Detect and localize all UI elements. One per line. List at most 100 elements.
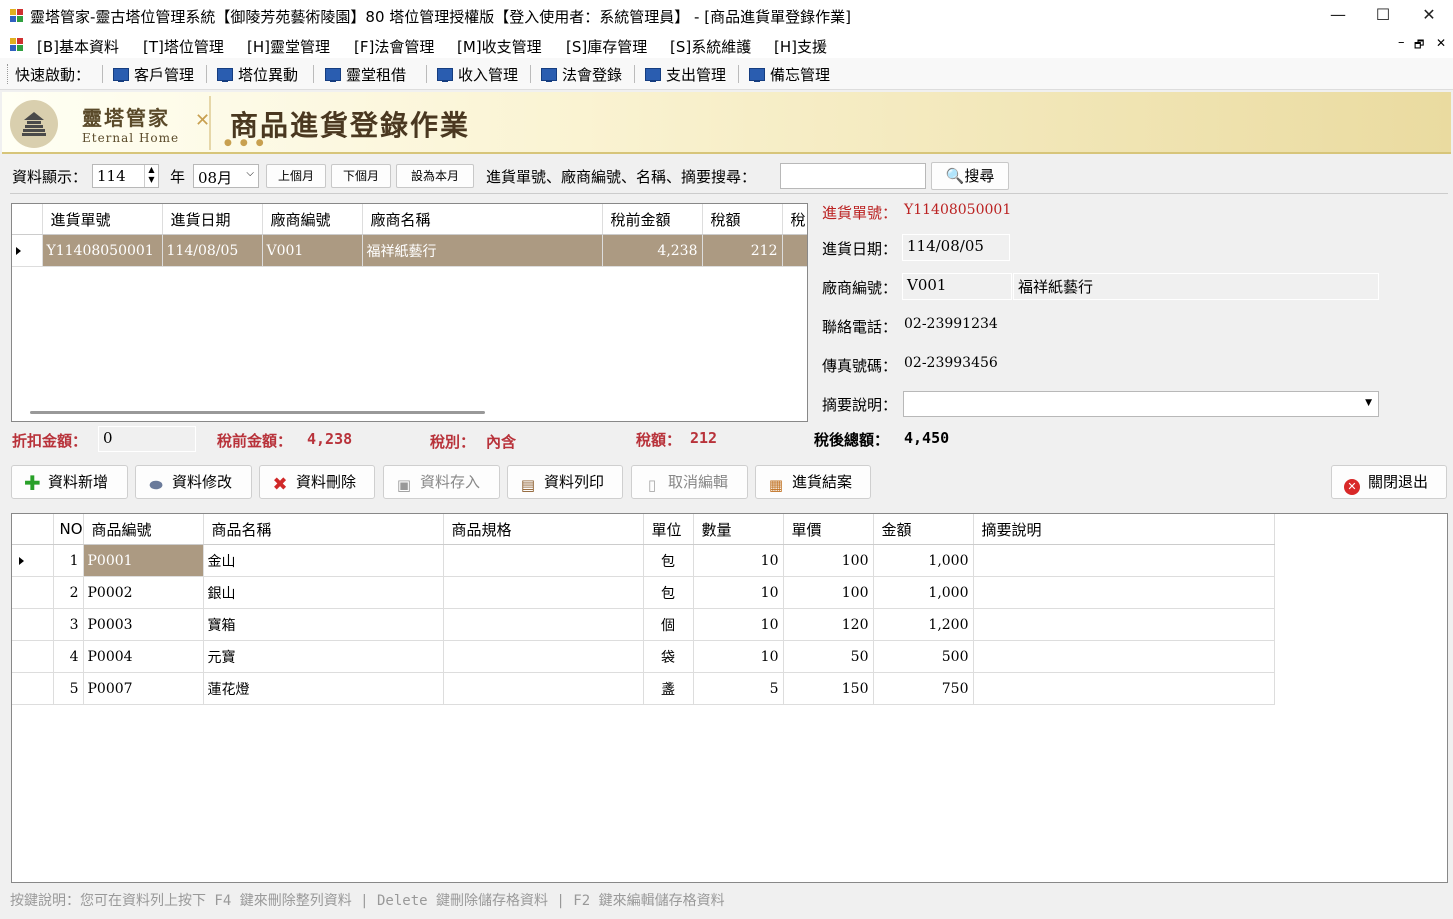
year-stepper[interactable]: 114 ▲ ▼ bbox=[92, 164, 159, 188]
spin-arrows-icon[interactable]: ▲ ▼ bbox=[144, 165, 158, 187]
cell-qty[interactable]: 10 bbox=[693, 544, 784, 577]
col-pretax[interactable]: 稅前金額 bbox=[602, 204, 703, 235]
cell-unit[interactable]: 袋 bbox=[643, 640, 694, 673]
cell-product-name[interactable]: 蓮花燈 bbox=[203, 672, 444, 705]
cell-product-name[interactable]: 銀山 bbox=[203, 576, 444, 609]
menu-inventory-management[interactable]: [S]庫存管理 bbox=[566, 36, 647, 57]
row-selector[interactable] bbox=[12, 640, 54, 673]
discount-field[interactable]: 0 bbox=[98, 426, 196, 452]
cell-price[interactable]: 50 bbox=[783, 640, 874, 673]
vendor-id-field[interactable]: V001 bbox=[902, 273, 1012, 300]
cell-no[interactable]: 3 bbox=[53, 608, 84, 641]
cell-price[interactable]: 100 bbox=[783, 544, 874, 577]
cell-order-date[interactable]: 114/08/05 bbox=[162, 234, 263, 267]
this-month-button[interactable]: 設為本月 bbox=[396, 164, 474, 188]
cell-unit[interactable]: 個 bbox=[643, 608, 694, 641]
cell-memo[interactable] bbox=[973, 640, 1275, 673]
menu-ceremony-management[interactable]: [F]法會管理 bbox=[354, 36, 434, 57]
cell-product-name[interactable]: 寶箱 bbox=[203, 608, 444, 641]
col-vendor-name[interactable]: 廠商名稱 bbox=[362, 204, 603, 235]
cell-amount[interactable]: 1,200 bbox=[873, 608, 974, 641]
table-row[interactable]: Y11408050001 114/08/05 V001 福祥紙藝行 4,238 … bbox=[12, 234, 807, 267]
cell-no[interactable]: 5 bbox=[53, 672, 84, 705]
cell-no[interactable]: 4 bbox=[53, 640, 84, 673]
cell-qty[interactable]: 10 bbox=[693, 608, 784, 641]
col-unit[interactable]: 單位 bbox=[643, 514, 694, 545]
month-select[interactable]: 08月 ⌵ bbox=[193, 164, 259, 188]
cell-no[interactable]: 1 bbox=[53, 544, 84, 577]
table-row[interactable]: 2 P0002 銀山 包 10 100 1,000 bbox=[12, 576, 1275, 609]
cell-vendor-name[interactable]: 福祥紙藝行 bbox=[362, 234, 603, 267]
col-vendor-id[interactable]: 廠商編號 bbox=[262, 204, 363, 235]
row-selector[interactable] bbox=[12, 608, 54, 641]
cell-price[interactable]: 150 bbox=[783, 672, 874, 705]
cell-memo[interactable] bbox=[973, 672, 1275, 705]
add-record-button[interactable]: ✚ 資料新增 bbox=[11, 465, 128, 499]
cell-unit[interactable]: 包 bbox=[643, 576, 694, 609]
print-record-button[interactable]: ▤ 資料列印 bbox=[507, 465, 623, 499]
cell-product-name[interactable]: 金山 bbox=[203, 544, 444, 577]
row-selector[interactable] bbox=[12, 576, 54, 609]
cell-product-spec[interactable] bbox=[443, 608, 644, 641]
cell-order-no[interactable]: Y11408050001 bbox=[42, 234, 163, 267]
mdi-minimize-button[interactable]: – bbox=[1398, 35, 1405, 50]
cell-amount[interactable]: 1,000 bbox=[873, 544, 974, 577]
table-row[interactable]: 5 P0007 蓮花燈 盞 5 150 750 bbox=[12, 672, 1275, 705]
cell-pretax[interactable]: 4,238 bbox=[602, 234, 703, 267]
col-product-code[interactable]: 商品編號 bbox=[83, 514, 204, 545]
col-order-date[interactable]: 進貨日期 bbox=[162, 204, 263, 235]
cell-memo[interactable] bbox=[973, 608, 1275, 641]
col-tax[interactable]: 稅額 bbox=[702, 204, 783, 235]
cell-amount[interactable]: 1,000 bbox=[873, 576, 974, 609]
cancel-edit-button[interactable]: ▯ 取消編輯 bbox=[631, 465, 748, 499]
cell-memo[interactable] bbox=[973, 576, 1275, 609]
next-month-button[interactable]: 下個月 bbox=[331, 164, 391, 188]
cell-no[interactable]: 2 bbox=[53, 576, 84, 609]
cell-qty[interactable]: 5 bbox=[693, 672, 784, 705]
cell-product-spec[interactable] bbox=[443, 672, 644, 705]
col-truncated[interactable]: 稅 bbox=[782, 204, 807, 235]
quick-income-management[interactable]: 收入管理 bbox=[437, 64, 518, 85]
exit-button[interactable]: ✕ 關閉退出 bbox=[1331, 465, 1447, 499]
cell-tax[interactable]: 212 bbox=[702, 234, 783, 267]
delete-record-button[interactable]: ✖ 資料刪除 bbox=[259, 465, 375, 499]
cell-product-code[interactable]: P0001 bbox=[83, 544, 204, 577]
cell-product-spec[interactable] bbox=[443, 640, 644, 673]
cell-amount[interactable]: 750 bbox=[873, 672, 974, 705]
col-qty[interactable]: 數量 bbox=[693, 514, 784, 545]
vendor-name-field[interactable]: 福祥紙藝行 bbox=[1013, 273, 1379, 300]
cell-vendor-id[interactable]: V001 bbox=[262, 234, 363, 267]
cell-amount[interactable]: 500 bbox=[873, 640, 974, 673]
cell-price[interactable]: 100 bbox=[783, 576, 874, 609]
items-grid[interactable]: NO 商品編號 商品名稱 商品規格 單位 數量 單價 金額 摘要說明 1 P00… bbox=[11, 513, 1448, 883]
row-selector[interactable] bbox=[12, 234, 43, 267]
cell-product-spec[interactable] bbox=[443, 544, 644, 577]
close-button[interactable]: ✕ bbox=[1406, 0, 1452, 32]
col-memo[interactable]: 摘要說明 bbox=[973, 514, 1275, 545]
quick-memo-management[interactable]: 備忘管理 bbox=[749, 64, 830, 85]
maximize-button[interactable]: ☐ bbox=[1360, 0, 1406, 32]
menu-tower-management[interactable]: [T]塔位管理 bbox=[143, 36, 224, 57]
close-order-button[interactable]: ▦ 進貨結案 bbox=[755, 465, 871, 499]
quick-customer-management[interactable]: 客戶管理 bbox=[113, 64, 194, 85]
row-selector[interactable] bbox=[12, 672, 54, 705]
prev-month-button[interactable]: 上個月 bbox=[266, 164, 326, 188]
cell-qty[interactable]: 10 bbox=[693, 576, 784, 609]
cell-product-spec[interactable] bbox=[443, 576, 644, 609]
order-date-field[interactable]: 114/08/05 bbox=[902, 234, 1010, 261]
orders-grid[interactable]: 進貨單號 進貨日期 廠商編號 廠商名稱 稅前金額 稅額 稅 Y114080500… bbox=[11, 203, 808, 422]
cell-truncated[interactable] bbox=[782, 234, 807, 267]
col-amount[interactable]: 金額 bbox=[873, 514, 974, 545]
row-selector[interactable] bbox=[12, 544, 54, 577]
cell-product-name[interactable]: 元寶 bbox=[203, 640, 444, 673]
cell-memo[interactable] bbox=[973, 544, 1275, 577]
save-record-button[interactable]: ▣ 資料存入 bbox=[383, 465, 500, 499]
edit-record-button[interactable]: ⬬ 資料修改 bbox=[135, 465, 252, 499]
cell-unit[interactable]: 包 bbox=[643, 544, 694, 577]
col-no[interactable]: NO bbox=[53, 514, 84, 545]
cell-qty[interactable]: 10 bbox=[693, 640, 784, 673]
cell-price[interactable]: 120 bbox=[783, 608, 874, 641]
col-price[interactable]: 單價 bbox=[783, 514, 874, 545]
cell-product-code[interactable]: P0002 bbox=[83, 576, 204, 609]
quick-ceremony-register[interactable]: 法會登錄 bbox=[541, 64, 622, 85]
